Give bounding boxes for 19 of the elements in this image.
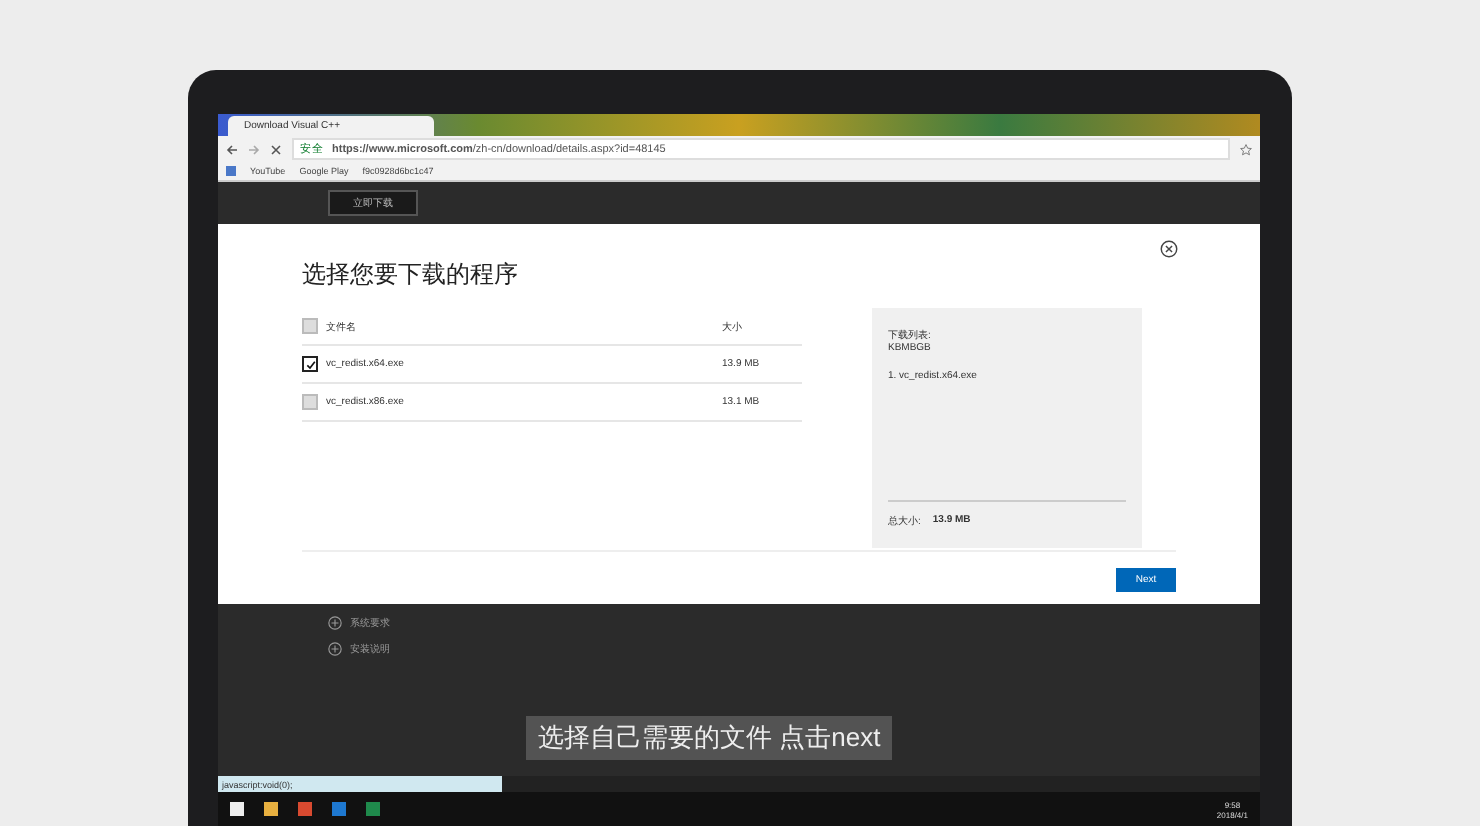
plus-icon: [328, 616, 342, 630]
dialog-title: 选择您要下载的程序: [302, 258, 520, 292]
check-icon: [305, 359, 315, 369]
start-icon[interactable]: [230, 802, 244, 816]
forward-icon[interactable]: [248, 143, 260, 155]
close-icon[interactable]: [270, 143, 282, 155]
back-icon[interactable]: [226, 143, 238, 155]
star-icon[interactable]: [1240, 143, 1252, 155]
file-checkbox[interactable]: [302, 394, 318, 410]
app-icon[interactable]: [366, 802, 380, 816]
select-all-checkbox[interactable]: [302, 318, 318, 334]
close-icon[interactable]: [1160, 240, 1178, 258]
app-icon[interactable]: [264, 802, 278, 816]
file-checkbox[interactable]: [302, 356, 318, 372]
plus-icon: [328, 642, 342, 656]
video-caption: 选择自己需要的文件 点击next: [526, 716, 893, 760]
apps-icon[interactable]: [226, 166, 236, 176]
app-icon[interactable]: [298, 802, 312, 816]
app-icon[interactable]: [332, 802, 346, 816]
